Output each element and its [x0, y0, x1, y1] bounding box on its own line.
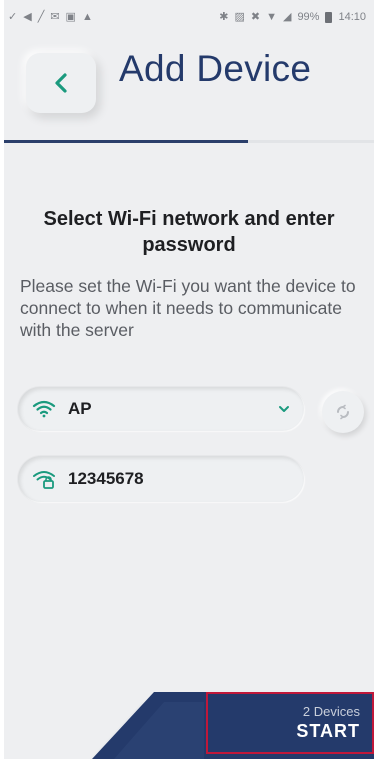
- wifi-lock-icon: [33, 471, 55, 489]
- progress-bar: [4, 140, 374, 143]
- header: Add Device: [4, 34, 374, 140]
- chevron-left-icon: [55, 73, 67, 93]
- mute-icon: ✖: [250, 10, 261, 23]
- cloud-icon: ▲: [81, 10, 93, 23]
- send-icon: ◀: [23, 10, 32, 23]
- wifi-status-icon: ▼: [266, 10, 277, 23]
- wifi-icon: [32, 400, 56, 418]
- app-screen: ✓ ◀ ╱ ✉ ▣ ▲ ✱ ▨ ✖ ▼ ◢ 99% 14:10 Add Devi…: [4, 0, 374, 759]
- back-button[interactable]: [26, 53, 96, 113]
- start-button[interactable]: 2 Devices START: [206, 692, 374, 754]
- section-title: Select Wi-Fi network and enter password: [43, 208, 335, 256]
- description-text: Please set the Wi-Fi you want the device…: [20, 276, 356, 340]
- chevron-down-icon: [279, 406, 289, 412]
- wifi-network-select[interactable]: AP: [18, 387, 304, 431]
- battery-percent: 99%: [297, 10, 320, 23]
- download-done-icon: ✓: [8, 10, 18, 23]
- refresh-button[interactable]: [322, 391, 364, 433]
- satellite-icon: ╱: [37, 10, 45, 23]
- password-field[interactable]: 12345678: [18, 456, 304, 502]
- progress-fill: [4, 140, 249, 143]
- bottom-bar: 2 Devices START: [4, 688, 374, 759]
- device-count: 2 Devices: [302, 704, 360, 719]
- status-left-icons: ✓ ◀ ╱ ✉ ▣ ▲: [8, 10, 93, 23]
- mail-icon: ✉: [50, 10, 60, 23]
- start-label: START: [296, 721, 360, 741]
- selected-network: AP: [68, 399, 92, 418]
- signal-icon: ◢: [282, 10, 292, 23]
- status-right-icons: ✱ ▨ ✖ ▼ ◢ 99% 14:10: [219, 10, 366, 23]
- clock: 14:10: [338, 10, 366, 23]
- status-bar: ✓ ◀ ╱ ✉ ▣ ▲ ✱ ▨ ✖ ▼ ◢ 99% 14:10: [4, 0, 374, 34]
- bluetooth-icon: ✱: [219, 10, 229, 23]
- password-value: 12345678: [68, 469, 144, 488]
- nfc-icon: ▨: [234, 10, 245, 23]
- refresh-icon: [337, 404, 349, 420]
- calendar-icon: ▣: [65, 10, 76, 23]
- battery-icon: [325, 11, 333, 23]
- page-title: Add Device: [119, 48, 312, 89]
